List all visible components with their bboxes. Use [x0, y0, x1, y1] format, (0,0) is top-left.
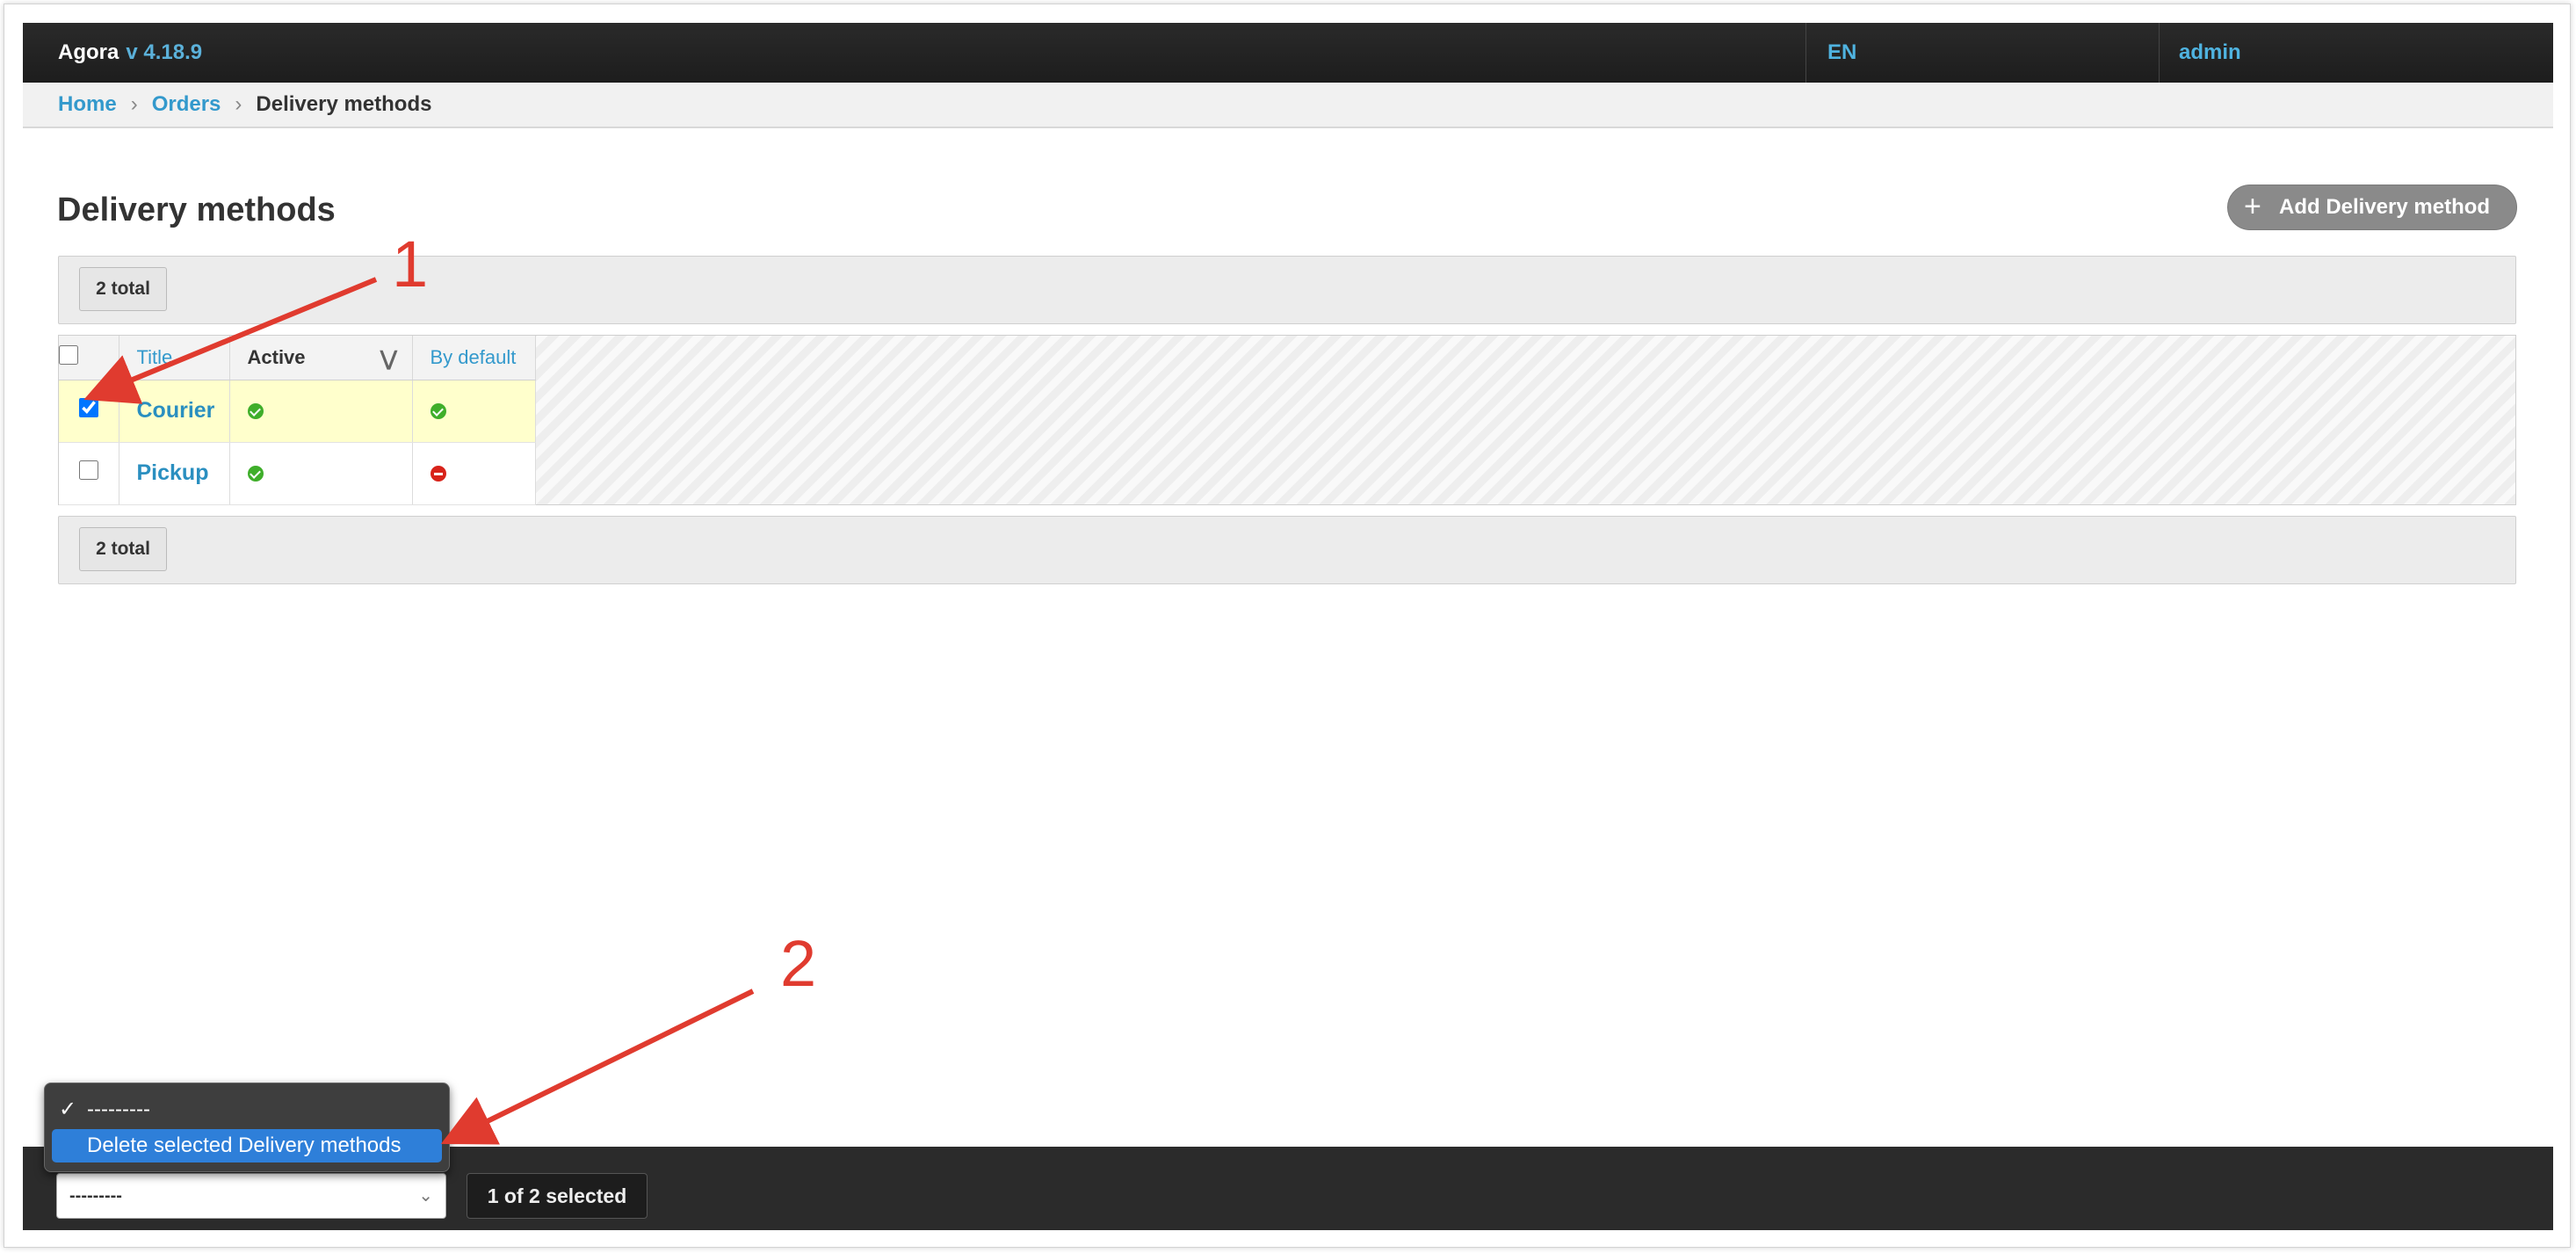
action-select-value: ---------: [69, 1186, 122, 1206]
selection-counter: 1 of 2 selected: [467, 1173, 648, 1219]
by-default-cell: [412, 442, 536, 505]
chevron-down-icon: ⌄: [418, 1186, 433, 1206]
results-table: Title Active ⋁ By default Courier Pickup: [59, 336, 536, 505]
add-delivery-method-button[interactable]: + Add Delivery method: [2227, 185, 2517, 230]
check-circle-icon: [430, 403, 446, 420]
breadcrumb-orders[interactable]: Orders: [152, 92, 221, 116]
check-icon: ✓: [59, 1097, 77, 1121]
table-row: Pickup: [59, 442, 536, 505]
app-name: Agora: [58, 40, 119, 64]
add-button-label: Add Delivery method: [2279, 195, 2491, 219]
by-default-cell: [412, 380, 536, 443]
top-bar: Agora v 4.18.9 EN admin: [23, 23, 2553, 83]
results-table-area: Title Active ⋁ By default Courier Pickup: [58, 335, 2516, 505]
chevron-right-icon: ›: [130, 92, 138, 116]
user-menu[interactable]: admin: [2159, 23, 2553, 83]
row-select-checkbox[interactable]: [78, 398, 98, 417]
total-count-badge[interactable]: 2 total: [79, 527, 167, 571]
sort-descending-icon[interactable]: ⋁: [380, 346, 397, 372]
row-select-cell: [59, 380, 119, 443]
annotation-number-2: 2: [780, 927, 817, 1000]
language-selector[interactable]: EN: [1805, 23, 2157, 83]
column-header-title[interactable]: Title: [119, 336, 230, 380]
active-cell: [229, 442, 413, 505]
title-cell: Pickup: [119, 442, 230, 505]
select-all-checkbox[interactable]: [59, 344, 78, 365]
select-all-header: [59, 336, 119, 380]
breadcrumb-home[interactable]: Home: [58, 92, 117, 116]
chevron-right-icon: ›: [235, 92, 242, 116]
annotation-number-1: 1: [392, 228, 429, 301]
plus-icon: +: [2244, 190, 2261, 223]
action-dropdown-menu: ✓ --------- Delete selected Delivery met…: [44, 1083, 450, 1172]
dropdown-option-delete-selected[interactable]: Delete selected Delivery methods: [52, 1129, 442, 1162]
breadcrumb: Home › Orders › Delivery methods: [23, 83, 2553, 128]
column-active-label: Active: [247, 345, 306, 368]
active-cell: [229, 380, 413, 443]
breadcrumb-current: Delivery methods: [256, 92, 432, 116]
app-version: v 4.18.9: [126, 40, 203, 64]
minus-circle-icon: [430, 466, 446, 482]
dropdown-option-label: ---------: [87, 1097, 150, 1121]
title-cell: Courier: [119, 380, 230, 443]
check-circle-icon: [247, 403, 264, 420]
brand[interactable]: Agora v 4.18.9: [58, 23, 202, 83]
row-title-link[interactable]: Courier: [137, 398, 215, 423]
column-header-by-default[interactable]: By default: [412, 336, 536, 380]
page-title: Delivery methods: [57, 192, 336, 228]
row-select-cell: [59, 442, 119, 505]
screenshot-frame: [4, 4, 2571, 1248]
action-select[interactable]: --------- ⌄: [56, 1173, 446, 1219]
column-header-active[interactable]: Active ⋁: [229, 336, 413, 380]
row-select-checkbox[interactable]: [78, 460, 98, 480]
dropdown-option-empty[interactable]: ✓ ---------: [45, 1093, 449, 1126]
table-row: Courier: [59, 380, 536, 443]
check-circle-icon: [247, 466, 264, 482]
total-count-badge[interactable]: 2 total: [79, 267, 167, 311]
results-toolbar-bottom: 2 total: [58, 516, 2516, 584]
row-title-link[interactable]: Pickup: [137, 460, 209, 485]
